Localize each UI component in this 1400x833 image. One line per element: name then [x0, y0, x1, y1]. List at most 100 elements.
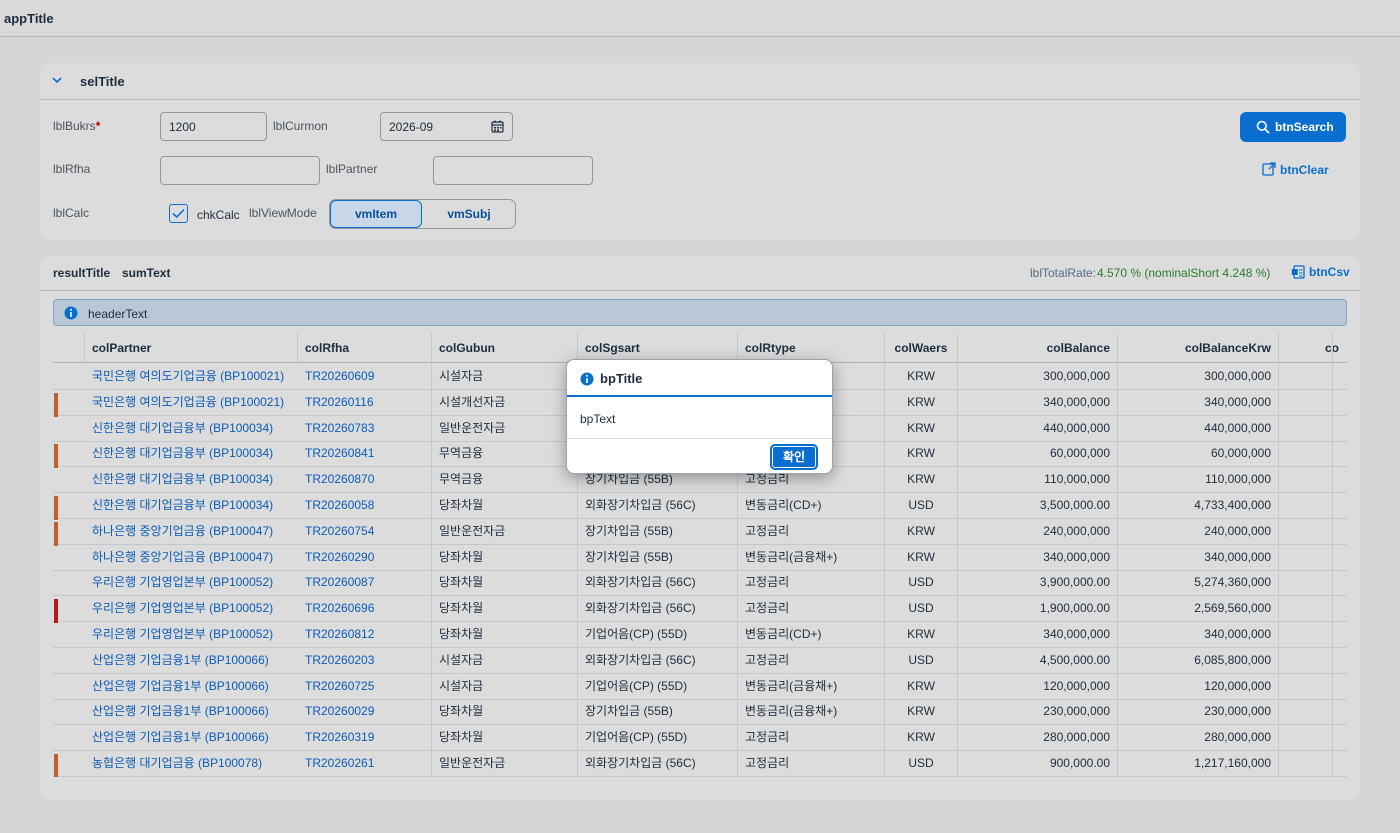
cell-rfha[interactable]: TR20260319: [298, 725, 431, 750]
cell-rfha[interactable]: TR20260609: [298, 364, 431, 389]
total-rate-value: 4.570 % (nominalShort 4.248 %): [1097, 266, 1271, 280]
table-row[interactable]: 우리은행 기업영업본부 (BP100052) TR20260087 당좌차월 외화장기…: [53, 570, 1347, 597]
cell-balance-krw: 1,217,160,000: [1194, 756, 1271, 770]
cell-rtype: 변동금리(금융채+): [745, 704, 838, 719]
table-row[interactable]: 우리은행 기업영업본부 (BP100052) TR20260696 당좌차월 외화장기…: [53, 596, 1347, 624]
cell-rfha[interactable]: TR20260290: [298, 545, 431, 570]
cell-balance: 300,000,000: [1043, 369, 1110, 383]
cell-balance: 1,900,000.00: [1039, 601, 1110, 616]
cell-partner[interactable]: 신한은행 대기업금융부 (BP100034): [85, 467, 297, 492]
cell-partner[interactable]: 신한은행 대기업금융부 (BP100034): [85, 416, 297, 441]
calc-checkbox-label[interactable]: chkCalc: [197, 208, 240, 222]
table-row[interactable]: 산업은행 기업금융1부 (BP100066) TR20260029 당좌차월 장기차입…: [53, 699, 1347, 726]
cell-partner[interactable]: 농협은행 대기업금융 (BP100078): [85, 751, 297, 776]
cell-partner[interactable]: 신한은행 대기업금융부 (BP100034): [85, 441, 297, 466]
table-row[interactable]: 하나은행 중앙기업금융 (BP100047) TR20260290 당좌차월 장기차입…: [53, 545, 1347, 571]
column-header-partner[interactable]: colPartner: [85, 333, 297, 363]
cell-rtype: 고정금리: [745, 523, 790, 538]
column-header-waers[interactable]: colWaers: [885, 333, 957, 363]
chevron-down-icon[interactable]: [52, 75, 62, 85]
cell-partner[interactable]: 산업은행 기업금융1부 (BP100066): [85, 725, 297, 750]
cell-rtype: 변동금리(CD+): [745, 627, 822, 641]
row-highlight-marker: [54, 599, 58, 624]
table-row[interactable]: 우리은행 기업영업본부 (BP100052) TR20260812 당좌차월 기업어음…: [53, 622, 1347, 648]
cell-gubun: 당좌차월: [439, 601, 484, 616]
cell-sgsart: 외화장기차입금 (56C): [585, 601, 696, 616]
cell-partner[interactable]: 신한은행 대기업금융부 (BP100034): [85, 493, 297, 518]
sum-text: sumText: [122, 266, 171, 280]
cell-rfha[interactable]: TR20260812: [298, 622, 431, 647]
selection-panel: selTitle lblBukrs* 1200 lblCurmon 2026-0…: [40, 63, 1360, 240]
cell-partner[interactable]: 산업은행 기업금융1부 (BP100066): [85, 648, 297, 673]
cell-partner[interactable]: 우리은행 기업영업본부 (BP100052): [85, 622, 297, 647]
cell-balance: 340,000,000: [1043, 394, 1110, 409]
calc-checkbox[interactable]: [169, 204, 188, 223]
cell-rfha[interactable]: TR20260725: [298, 674, 431, 699]
cell-partner[interactable]: 산업은행 기업금융1부 (BP100066): [85, 674, 297, 699]
cell-rfha[interactable]: TR20260116: [298, 390, 431, 415]
cell-balance: 240,000,000: [1043, 523, 1110, 538]
cell-partner[interactable]: 산업은행 기업금융1부 (BP100066): [85, 699, 297, 724]
column-separator: [84, 333, 85, 363]
column-header-balance[interactable]: colBalance: [958, 333, 1117, 363]
search-icon: [1256, 120, 1270, 134]
cell-waers: KRW: [907, 627, 935, 641]
cell-rfha[interactable]: TR20260696: [298, 596, 431, 621]
bukrs-input[interactable]: 1200: [160, 112, 267, 141]
curmon-date-picker[interactable]: 2026-09: [380, 112, 513, 141]
cell-rfha[interactable]: TR20260841: [298, 441, 431, 466]
cell-partner[interactable]: 우리은행 기업영업본부 (BP100052): [85, 596, 297, 621]
cell-partner[interactable]: 국민은행 여의도기업금융 (BP100021): [85, 390, 297, 415]
cell-rfha[interactable]: TR20260261: [298, 751, 431, 776]
cell-partner[interactable]: 하나은행 중앙기업금융 (BP100047): [85, 519, 297, 544]
table-row[interactable]: 산업은행 기업금융1부 (BP100066) TR20260725 시설자금 기업어음…: [53, 674, 1347, 700]
dialog-header: bpTitle: [567, 360, 832, 397]
column-header-gubun[interactable]: colGubun: [432, 333, 577, 363]
cell-partner[interactable]: 우리은행 기업영업본부 (BP100052): [85, 570, 297, 595]
partner-input[interactable]: [433, 156, 593, 185]
app-title: appTitle: [4, 11, 54, 26]
table-row[interactable]: 신한은행 대기업금융부 (BP100034) TR20260058 당좌차월 외화장기…: [53, 493, 1347, 520]
rfha-input[interactable]: [160, 156, 320, 185]
cell-waers: USD: [908, 756, 934, 770]
cell-waers: KRW: [907, 704, 935, 719]
result-title: resultTitle: [53, 266, 111, 280]
cell-waers: USD: [908, 575, 934, 590]
cell-rfha[interactable]: TR20260058: [298, 493, 431, 518]
cell-rtype: 고정금리: [745, 575, 790, 590]
cell-rtype: 고정금리: [745, 652, 790, 667]
cell-balance: 3,900,000.00: [1039, 575, 1110, 590]
cell-partner[interactable]: 하나은행 중앙기업금융 (BP100047): [85, 545, 297, 570]
cell-gubun: 무역금융: [439, 472, 484, 487]
viewmode-item-button[interactable]: vmItem: [330, 200, 422, 228]
search-button[interactable]: btnSearch: [1240, 112, 1346, 142]
table-row[interactable]: 하나은행 중앙기업금융 (BP100047) TR20260754 일반운전자금 장기…: [53, 519, 1347, 546]
cell-waers: KRW: [907, 420, 935, 435]
column-header-rfha[interactable]: colRfha: [298, 333, 431, 363]
cell-rfha[interactable]: TR20260029: [298, 699, 431, 724]
table-row[interactable]: 산업은행 기업금융1부 (BP100066) TR20260203 시설자금 외화장기…: [53, 648, 1347, 674]
cell-waers: KRW: [907, 549, 935, 564]
cell-gubun: 당좌차월: [439, 498, 484, 512]
dialog-ok-button[interactable]: 확인: [770, 444, 818, 470]
cell-partner[interactable]: 국민은행 여의도기업금융 (BP100021): [85, 364, 297, 389]
column-header-more[interactable]: co: [1279, 333, 1339, 363]
cell-rfha[interactable]: TR20260087: [298, 570, 431, 595]
selection-panel-header[interactable]: selTitle: [40, 63, 1360, 100]
cell-rfha[interactable]: TR20260203: [298, 648, 431, 673]
calendar-icon[interactable]: [491, 120, 504, 133]
cell-gubun: 무역금융: [439, 446, 484, 461]
table-row[interactable]: 산업은행 기업금융1부 (BP100066) TR20260319 당좌차월 기업어음…: [53, 725, 1347, 752]
cell-rfha[interactable]: TR20260783: [298, 416, 431, 441]
viewmode-subj-button[interactable]: vmSubj: [422, 200, 516, 228]
cell-gubun: 당좌차월: [439, 627, 484, 641]
message-dialog: bpTitle bpText 확인: [566, 359, 833, 474]
cell-rfha[interactable]: TR20260870: [298, 467, 431, 492]
viewmode-segmented-button: vmItem vmSubj: [329, 199, 516, 229]
cell-rfha[interactable]: TR20260754: [298, 519, 431, 544]
table-row[interactable]: 농협은행 대기업금융 (BP100078) TR20260261 일반운전자금 외화장…: [53, 751, 1347, 777]
column-header-balance-krw[interactable]: colBalanceKrw: [1118, 333, 1278, 363]
cell-waers: USD: [908, 498, 934, 512]
cell-balance: 340,000,000: [1043, 549, 1110, 564]
cell-waers: KRW: [907, 369, 935, 383]
